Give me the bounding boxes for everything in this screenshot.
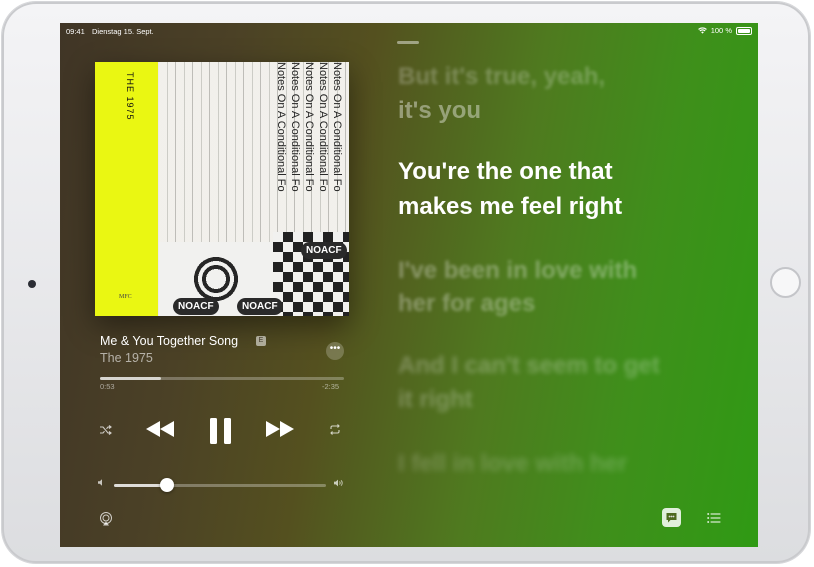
lyric-line-upcoming[interactable]: I fell in love with her [398,447,627,481]
album-band-name: THE 1975 [125,72,135,121]
album-artwork: THE 1975 MFC Notes On A Conditional Fo N… [95,62,349,316]
song-title: Me & You Together Song [100,334,239,348]
elapsed-time: 0:53 [100,382,115,391]
lyric-line-current[interactable]: makes me feel right [398,190,622,224]
volume-high-icon [334,479,344,489]
remaining-time: -2:35 [322,382,340,391]
lyric-line-upcoming[interactable]: And I can't seem to get [398,349,660,383]
battery-icon [736,26,752,35]
pause-icon[interactable] [210,418,232,449]
lyric-line-upcoming[interactable]: it right [398,383,473,417]
status-bar: 09:41 Dienstag 15. Sept. 100 % [60,23,758,39]
front-camera [28,280,36,288]
wifi-icon [697,27,707,34]
airplay-icon[interactable] [99,512,113,531]
album-badge: NOACF [173,298,219,315]
lyric-line-current[interactable]: You're the one that [398,155,613,189]
album-title-pattern: Notes On A Conditional Fo Notes On A Con… [273,62,349,242]
playback-progress [100,377,161,380]
album-cover-text: Notes On A Conditional Fo [289,62,301,192]
album-cover-text: Notes On A Conditional Fo [303,62,315,192]
shuffle-icon[interactable] [100,425,112,438]
explicit-badge: E [256,336,266,346]
home-button[interactable] [770,267,801,298]
lyric-line-previous[interactable]: it's you [398,94,481,128]
album-imprint: MFC [119,294,132,300]
more-options-button[interactable]: ••• [326,342,344,360]
now-playing-screen: 09:41 Dienstag 15. Sept. 100 % THE 1975 … [60,23,758,547]
repeat-icon[interactable] [329,424,341,438]
lyric-line-upcoming[interactable]: I've been in love with [398,254,637,288]
volume-slider-knob[interactable] [160,478,174,492]
playback-scrubber[interactable] [100,377,344,380]
lyrics-icon[interactable] [662,508,681,527]
lyric-line-upcoming[interactable]: her for ages [398,287,535,321]
volume-slider[interactable] [114,484,326,487]
volume-low-icon [98,479,104,488]
album-cover-text: Notes On A Conditional Fo [275,62,287,192]
previous-icon[interactable] [146,421,174,442]
status-date: Dienstag 15. Sept. [92,27,154,36]
artist-name[interactable]: The 1975 [100,351,153,365]
status-right: 100 % [697,26,752,35]
battery-percent: 100 % [710,26,732,35]
status-time: 09:41 [66,27,85,36]
lyric-line-previous[interactable]: But it's true, yeah, [398,60,605,94]
album-badge: NOACF [237,298,283,315]
album-cover-text: Notes On A Conditional Fo [331,62,343,192]
queue-icon[interactable] [707,511,721,529]
album-cover-text: Notes On A Conditional Fo [317,62,329,192]
album-badge: NOACF [301,242,347,259]
dismiss-grabber[interactable] [397,41,419,44]
ipad-frame: 09:41 Dienstag 15. Sept. 100 % THE 1975 … [2,2,810,563]
next-icon[interactable] [266,421,294,442]
